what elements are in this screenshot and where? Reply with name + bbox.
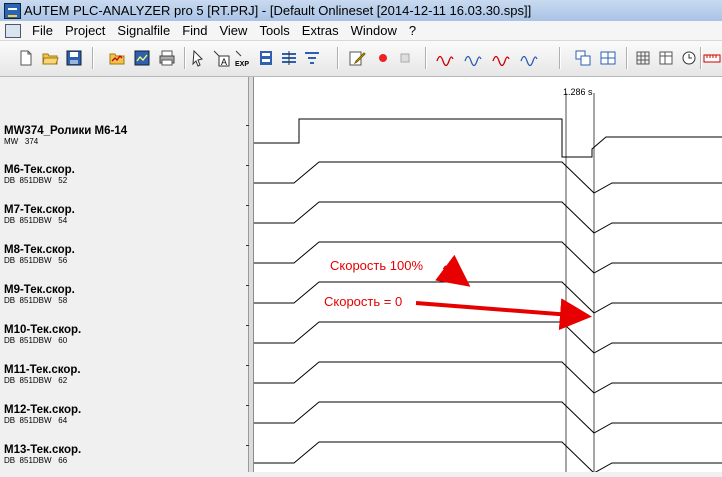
signal-name: М7-Тек.скор. [4, 204, 75, 216]
signal-address: DB 851DBW 54 [4, 216, 68, 225]
annotation-arrow [415, 298, 592, 331]
menu-items: File Project Signalfile Find View Tools … [26, 23, 422, 38]
signal-plot-svg [254, 93, 722, 474]
clock-icon[interactable] [680, 49, 698, 67]
stack-icon[interactable] [280, 49, 298, 67]
export-icon[interactable]: EXP [234, 49, 252, 67]
signal-trace [254, 441, 722, 474]
annotation-speed-full: Скорость 100% [330, 258, 423, 273]
open-folder-icon[interactable] [41, 49, 59, 67]
channel-icon[interactable] [257, 49, 275, 67]
signal-item[interactable]: М8-Тек.скор. DB 851DBW 56 [4, 244, 75, 265]
menu-file[interactable]: File [26, 23, 59, 38]
signal-item[interactable]: М13-Тек.скор. DB 851DBW 66 [4, 444, 81, 465]
signal-trace [254, 161, 722, 194]
signal-address: DB 851DBW 56 [4, 256, 68, 265]
window-layout-icon[interactable] [574, 49, 592, 67]
signal-address: DB 851DBW 60 [4, 336, 68, 345]
wave-icon[interactable] [520, 49, 538, 67]
save-signalfile-icon[interactable] [133, 49, 151, 67]
signal-item[interactable]: М6-Тек.скор. DB 851DBW 52 [4, 164, 75, 185]
window-title: AUTEM PLC-ANALYZER pro 5 [RT.PRJ] - [Def… [24, 3, 532, 18]
split-view-icon[interactable] [599, 49, 617, 67]
text-marker-icon[interactable]: A [212, 49, 230, 67]
signal-trace [254, 321, 722, 354]
edit-icon[interactable] [348, 49, 366, 67]
menu-signalfile[interactable]: Signalfile [111, 23, 176, 38]
cursor-icon[interactable] [190, 49, 208, 67]
svg-text:A: A [221, 57, 227, 67]
wave-icon[interactable] [436, 49, 454, 67]
title-bar: AUTEM PLC-ANALYZER pro 5 [RT.PRJ] - [Def… [0, 0, 722, 22]
signal-name: М13-Тек.скор. [4, 444, 82, 456]
annotation-arrow [435, 254, 471, 287]
signal-name: М8-Тек.скор. [4, 244, 75, 256]
stop-icon[interactable] [396, 49, 414, 67]
signal-list-panel: MW374_Ролики М6-14 MW 374 М6-Тек.скор. D… [0, 77, 249, 472]
svg-text:EXP: EXP [235, 61, 249, 67]
menu-extras[interactable]: Extras [296, 23, 345, 38]
wave-icon[interactable] [464, 49, 482, 67]
cursor-time-label: 1.286 s [563, 87, 593, 97]
signal-name: М10-Тек.скор. [4, 324, 82, 336]
menu-project[interactable]: Project [59, 23, 111, 38]
grid-icon[interactable] [634, 49, 652, 67]
signal-name: MW374_Ролики М6-14 [4, 125, 128, 137]
menu-help[interactable]: ? [403, 23, 422, 38]
record-icon[interactable] [374, 49, 392, 67]
document-window-icon[interactable] [5, 24, 21, 38]
signal-address: DB 851DBW 62 [4, 376, 68, 385]
signal-item[interactable]: М10-Тек.скор. DB 851DBW 60 [4, 324, 81, 345]
signal-item[interactable]: М9-Тек.скор. DB 851DBW 58 [4, 284, 75, 305]
signal-trace [254, 361, 722, 394]
signal-address: DB 851DBW 52 [4, 176, 68, 185]
save-icon[interactable] [65, 49, 83, 67]
signal-name: М9-Тек.скор. [4, 284, 75, 296]
signal-address: DB 851DBW 58 [4, 296, 68, 305]
print-icon[interactable] [158, 49, 176, 67]
signal-trace [254, 118, 722, 158]
table-icon[interactable] [657, 49, 675, 67]
signal-item[interactable]: М12-Тек.скор. DB 851DBW 64 [4, 404, 81, 425]
signal-trace [254, 201, 722, 234]
menu-find[interactable]: Find [176, 23, 213, 38]
signal-address: MW 374 [4, 137, 39, 146]
signal-plot-area[interactable]: 1.286 s Скорость 100% Скорость = 0 [254, 77, 722, 474]
ruler-icon[interactable] [703, 49, 721, 67]
plc-analyzer-app-icon[interactable] [4, 3, 21, 19]
toolbar: A EXP [0, 41, 722, 77]
menu-tools[interactable]: Tools [253, 23, 295, 38]
signal-trace [254, 401, 722, 434]
menu-view[interactable]: View [213, 23, 253, 38]
menu-window[interactable]: Window [345, 23, 403, 38]
signal-name: М6-Тек.скор. [4, 164, 75, 176]
signal-name: М12-Тек.скор. [4, 404, 82, 416]
signal-address: DB 851DBW 64 [4, 416, 68, 425]
signal-item[interactable]: М11-Тек.скор. DB 851DBW 62 [4, 364, 81, 385]
filter-icon[interactable] [303, 49, 321, 67]
wave-icon[interactable] [492, 49, 510, 67]
signal-item[interactable]: М7-Тек.скор. DB 851DBW 54 [4, 204, 75, 225]
open-signalfile-icon[interactable] [108, 49, 126, 67]
new-icon[interactable] [17, 49, 35, 67]
signal-item[interactable]: MW374_Ролики М6-14 MW 374 [4, 125, 127, 146]
menu-bar: File Project Signalfile Find View Tools … [0, 21, 722, 41]
annotation-speed-zero: Скорость = 0 [324, 294, 403, 309]
signal-trace [254, 241, 722, 274]
signal-name: М11-Тек.скор. [4, 364, 81, 376]
signal-address: DB 851DBW 66 [4, 456, 68, 465]
